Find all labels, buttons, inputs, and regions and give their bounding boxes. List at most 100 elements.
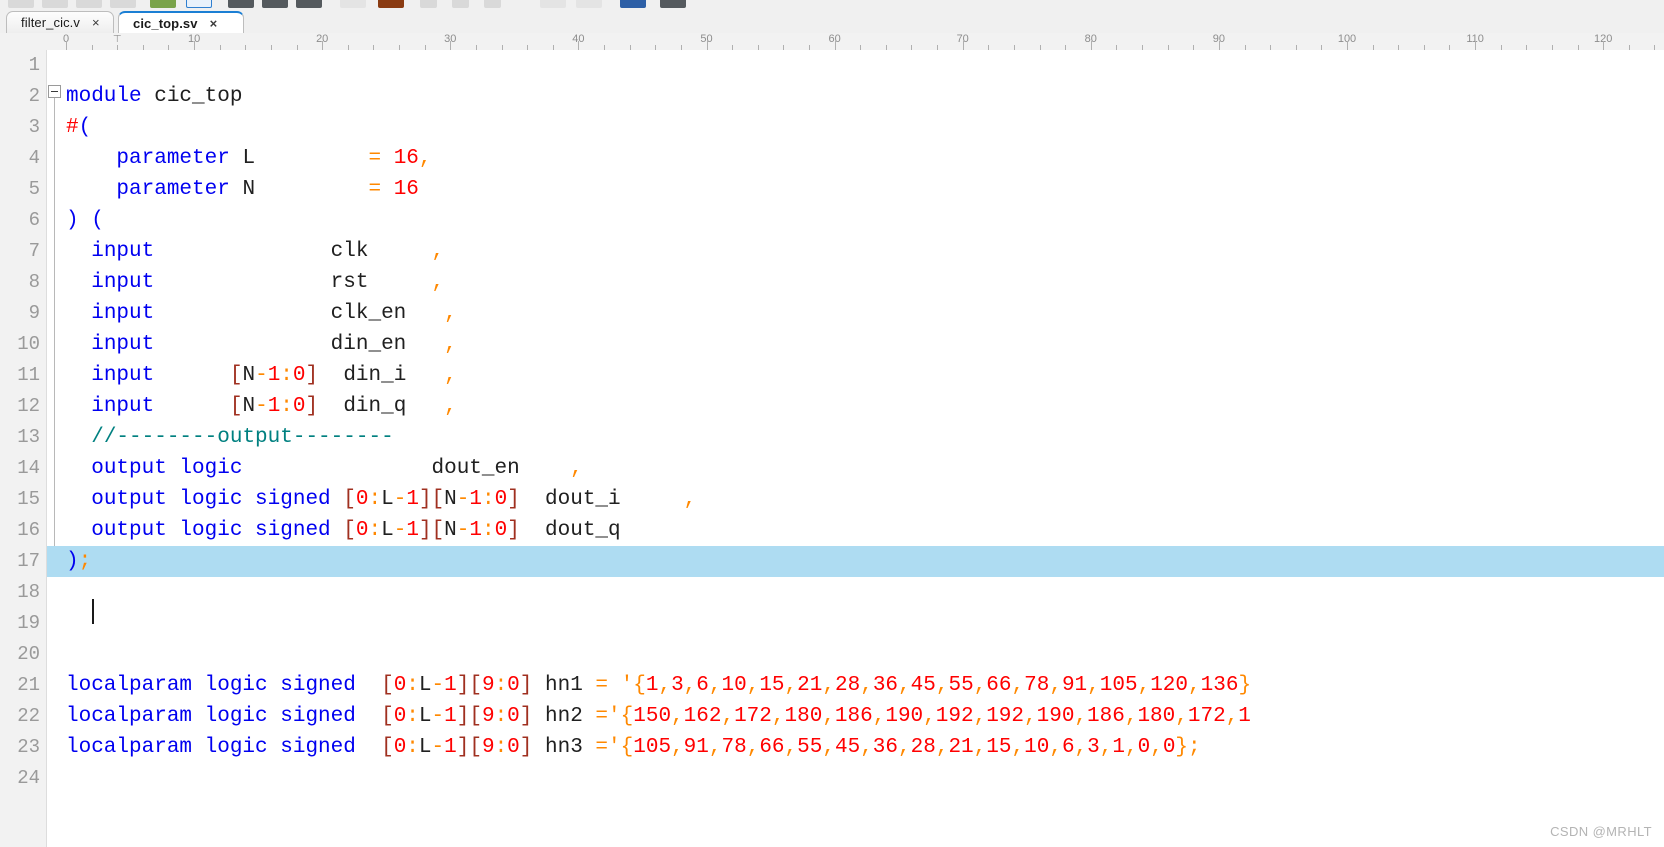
code-line[interactable]: 2 module cic_top: [0, 81, 1664, 112]
code-text[interactable]: output logic dout_en ,: [66, 453, 583, 484]
code-line[interactable]: 10 input din_en ,: [0, 329, 1664, 360]
code-text[interactable]: output logic signed [0:L-1][N-1:0] dout_…: [66, 515, 620, 546]
code-line[interactable]: 24: [0, 763, 1664, 794]
code-line[interactable]: 4 parameter L = 16,: [0, 143, 1664, 174]
code-text[interactable]: ) (: [66, 205, 104, 236]
code-text[interactable]: );: [66, 546, 91, 577]
toolbar-tool-18[interactable]: [660, 0, 686, 8]
code-line[interactable]: 5 parameter N = 16: [0, 174, 1664, 205]
code-line[interactable]: 13 //--------output--------: [0, 422, 1664, 453]
toolbar-tool-5[interactable]: [150, 0, 176, 8]
code-line[interactable]: 9 input clk_en ,: [0, 298, 1664, 329]
code-text[interactable]: input din_en ,: [66, 329, 457, 360]
token-id: [381, 178, 394, 201]
code-text[interactable]: //--------output--------: [66, 422, 393, 453]
toolbar-tool-3[interactable]: [76, 0, 102, 8]
code-text[interactable]: input rst ,: [66, 267, 444, 298]
toolbar-tool-11[interactable]: [378, 0, 404, 8]
code-text[interactable]: parameter N = 16: [66, 174, 418, 205]
close-icon[interactable]: ×: [92, 16, 100, 29]
toolbar-tool-1[interactable]: [8, 0, 34, 8]
code-line[interactable]: 22 localparam logic signed [0:L-1][9:0] h…: [0, 701, 1664, 732]
toolbar-tool-2[interactable]: [42, 0, 68, 8]
code-line[interactable]: 12 input [N-1:0] din_q ,: [0, 391, 1664, 422]
code-line[interactable]: 3 #(: [0, 112, 1664, 143]
token-op: ,: [444, 333, 457, 356]
token-num: 66: [986, 674, 1012, 697]
token-brk: ]: [456, 705, 470, 728]
token-brk: ]: [519, 736, 533, 759]
code-line[interactable]: 19: [0, 608, 1664, 639]
token-punct: ): [66, 209, 79, 232]
token-brk: [: [229, 395, 243, 418]
code-line[interactable]: 16 output logic signed [0:L-1][N-1:0] do…: [0, 515, 1664, 546]
toolbar-tool-9[interactable]: [296, 0, 322, 8]
code-text[interactable]: localparam logic signed [0:L-1][9:0] hn1…: [66, 670, 1251, 701]
code-line[interactable]: 6) (: [0, 205, 1664, 236]
code-editor[interactable]: 1 2 module cic_top 3 #(4 parameter L = 16, 5 …: [0, 50, 1664, 847]
token-op: -: [456, 488, 470, 511]
token-num: 91: [683, 736, 709, 759]
token-num: 1: [444, 674, 457, 697]
token-brk: ]: [507, 519, 520, 542]
code-line[interactable]: 8 input rst ,: [0, 267, 1664, 298]
code-text[interactable]: input [N-1:0] din_q ,: [66, 391, 457, 422]
token-num: 0: [355, 488, 369, 511]
code-text[interactable]: input clk_en ,: [66, 298, 456, 329]
toolbar-tool-7[interactable]: [228, 0, 254, 8]
close-icon[interactable]: ×: [210, 17, 218, 30]
toolbar-tool-13[interactable]: [452, 0, 469, 8]
toolbar-tool-6[interactable]: [186, 0, 212, 8]
code-text[interactable]: module cic_top: [66, 81, 242, 112]
token-num: 15: [759, 674, 785, 697]
token-kw: input: [91, 302, 155, 325]
code-text[interactable]: #(: [66, 112, 91, 143]
toolbar-tool-10[interactable]: [340, 0, 366, 8]
token-num: 66: [759, 736, 785, 759]
token-op: ,: [1074, 705, 1088, 728]
token-num: 9: [481, 736, 495, 759]
code-line[interactable]: 20: [0, 639, 1664, 670]
code-line[interactable]: 14 output logic dout_en ,: [0, 453, 1664, 484]
token-op: :: [494, 705, 508, 728]
code-text[interactable]: localparam logic signed [0:L-1][9:0] hn2…: [66, 701, 1251, 732]
token-op: ,: [784, 736, 798, 759]
toolbar-tool-15[interactable]: [540, 0, 566, 8]
code-text[interactable]: localparam logic signed [0:L-1][9:0] hn3…: [66, 732, 1201, 763]
code-line[interactable]: 1: [0, 50, 1664, 81]
toolbar-tool-14[interactable]: [484, 0, 501, 8]
code-line[interactable]: 11 input [N-1:0] din_i ,: [0, 360, 1664, 391]
token-op: ,: [822, 705, 835, 728]
token-op: :: [481, 519, 495, 542]
token-id: N: [242, 395, 256, 418]
ruler-tick-major: [1347, 41, 1348, 50]
code-line[interactable]: 21 localparam logic signed [0:L-1][9:0] h…: [0, 670, 1664, 701]
token-op: ,: [822, 736, 835, 759]
toolbar-tool-16[interactable]: [576, 0, 602, 8]
token-brk: [: [343, 488, 356, 511]
line-number: 7: [28, 240, 40, 262]
code-line[interactable]: 7 input clk ,: [0, 236, 1664, 267]
toolbar-tool-17[interactable]: [620, 0, 646, 8]
token-op: ,: [898, 736, 911, 759]
tab-filter-cic-v[interactable]: filter_cic.v ×: [6, 11, 114, 33]
token-kw: output logic: [91, 457, 243, 480]
line-number: 19: [17, 612, 40, 634]
toolbar-tool-8[interactable]: [262, 0, 288, 8]
code-text[interactable]: parameter L = 16,: [66, 143, 431, 174]
tab-cic-top-sv[interactable]: cic_top.sv ×: [118, 11, 244, 33]
token-op: ;: [78, 550, 92, 573]
code-line[interactable]: 17);: [0, 546, 1664, 577]
toolbar-tool-4[interactable]: [110, 0, 136, 8]
token-id: hn1: [532, 674, 596, 697]
token-kw: input: [91, 240, 155, 263]
code-text[interactable]: input clk ,: [66, 236, 444, 267]
token-num: 6: [696, 674, 709, 697]
token-id: [79, 209, 92, 232]
code-line[interactable]: 15 output logic signed [0:L-1][N-1:0] do…: [0, 484, 1664, 515]
toolbar-tool-12[interactable]: [420, 0, 437, 8]
code-text[interactable]: output logic signed [0:L-1][N-1:0] dout_…: [66, 484, 696, 515]
code-line[interactable]: 18: [0, 577, 1664, 608]
code-line[interactable]: 23 localparam logic signed [0:L-1][9:0] h…: [0, 732, 1664, 763]
code-text[interactable]: input [N-1:0] din_i ,: [66, 360, 457, 391]
